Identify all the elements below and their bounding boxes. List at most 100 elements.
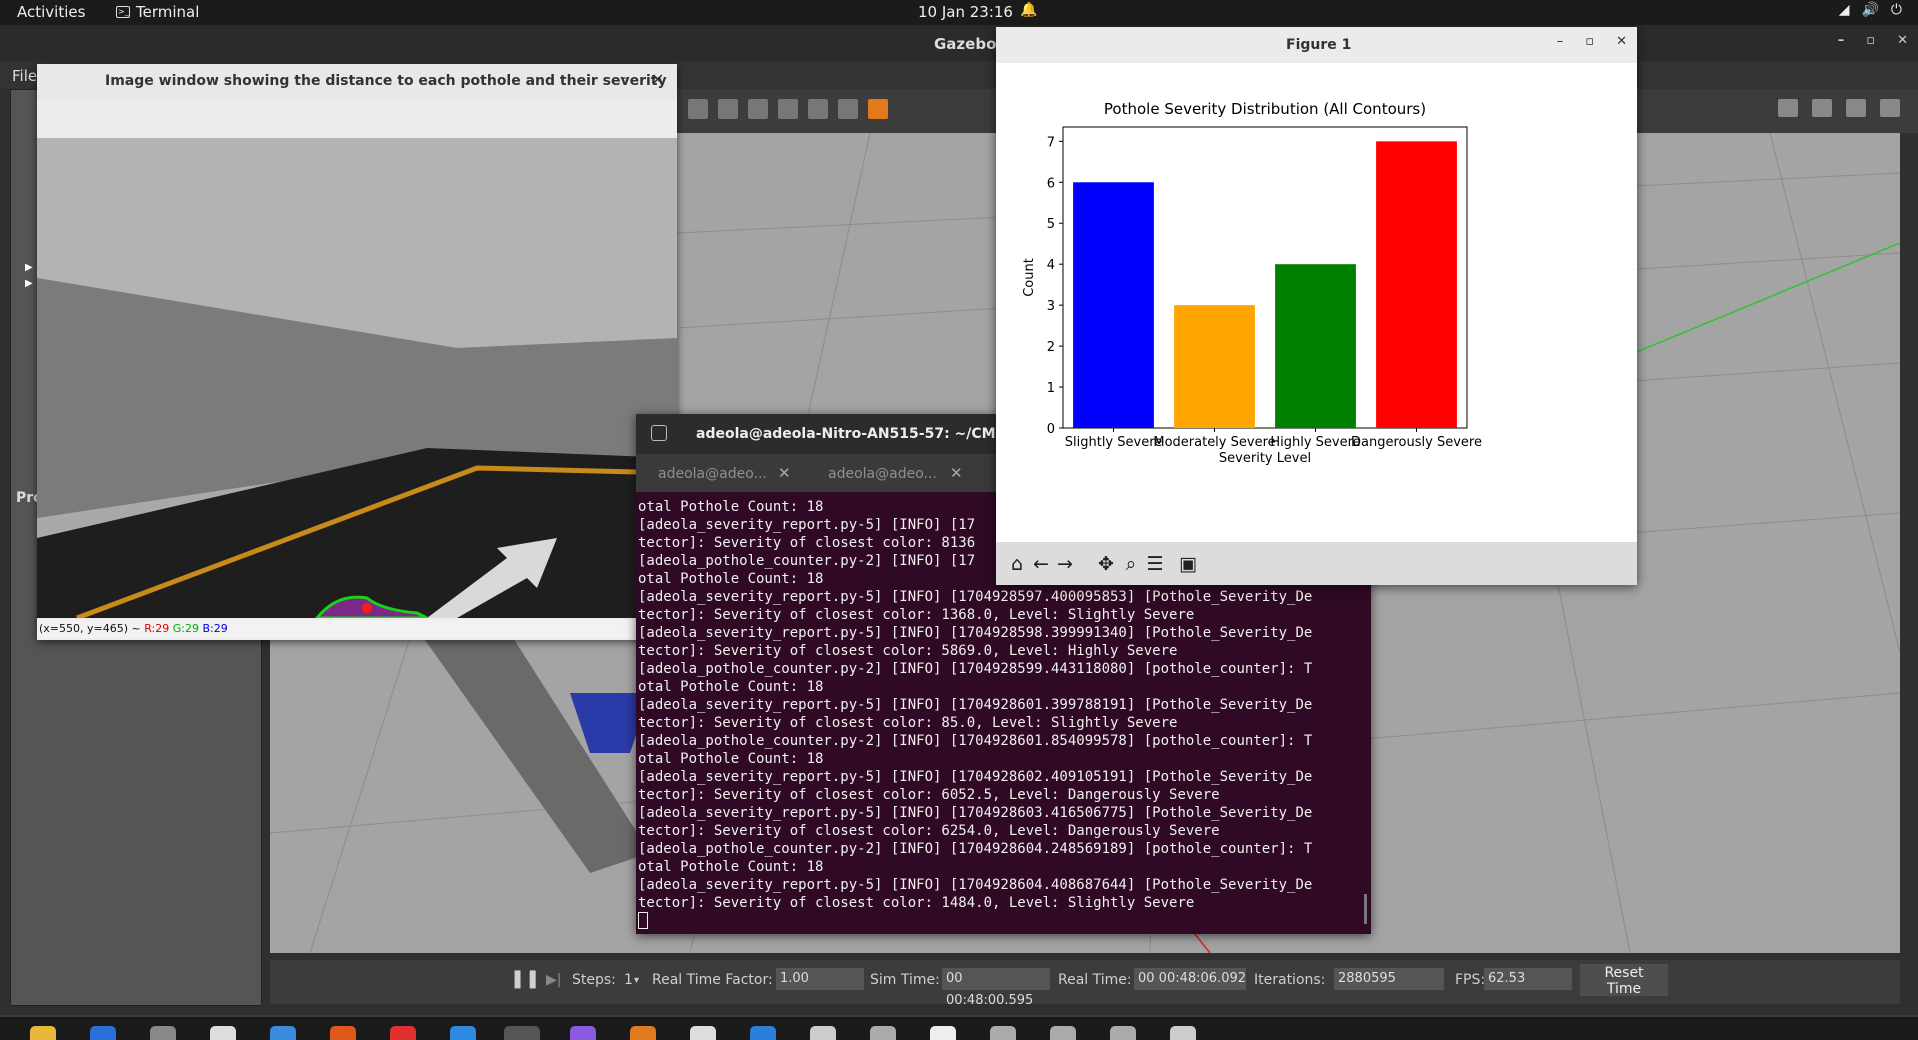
directional-light-icon[interactable] xyxy=(718,99,738,119)
active-app-indicator[interactable]: >_ Terminal xyxy=(116,3,199,21)
dock-app-icon[interactable] xyxy=(210,1026,236,1040)
view-angle-icon[interactable] xyxy=(868,99,888,119)
back-icon[interactable]: ← xyxy=(1030,553,1052,575)
paste-icon[interactable] xyxy=(778,99,798,119)
x-tick-label: Slightly Severe xyxy=(1065,435,1163,450)
dock-app-icon[interactable] xyxy=(90,1026,116,1040)
pause-icon[interactable]: ❚❚ xyxy=(510,968,540,989)
snap-icon[interactable] xyxy=(838,99,858,119)
terminal-scrollbar[interactable] xyxy=(1364,894,1367,924)
dock-app-icon[interactable] xyxy=(630,1026,656,1040)
terminal-line: [adeola_severity_report.py-5] [INFO] [17… xyxy=(638,769,1313,785)
maximize-icon[interactable]: ▫ xyxy=(1585,34,1594,49)
dock-app-icon[interactable] xyxy=(1170,1026,1196,1040)
dock-app-icon[interactable] xyxy=(930,1026,956,1040)
fps-label: FPS: xyxy=(1455,972,1486,988)
log-icon[interactable] xyxy=(1812,99,1832,117)
figure-title: Figure 1 xyxy=(1286,37,1352,53)
terminal-line: otal Pothole Count: 18 xyxy=(638,859,824,875)
expand-arrow-icon[interactable]: ▶ ▶ xyxy=(25,260,33,292)
dock xyxy=(0,1017,1918,1040)
terminal-line: tector]: Severity of closest color: 5869… xyxy=(638,643,1178,659)
y-tick-label: 5 xyxy=(1047,217,1055,232)
close-icon[interactable]: ✕ xyxy=(1616,34,1627,49)
dock-app-icon[interactable] xyxy=(750,1026,776,1040)
x-tick-label: Highly Severe xyxy=(1270,435,1360,450)
terminal-line: [adeola_severity_report.py-5] [INFO] [17… xyxy=(638,697,1313,713)
bar-highly-severe xyxy=(1275,264,1356,428)
dock-app-icon[interactable] xyxy=(870,1026,896,1040)
volume-icon: 🔊 xyxy=(1861,2,1879,18)
step-icon[interactable]: ▶| xyxy=(546,972,561,988)
pixel-b-value: B:29 xyxy=(202,622,228,635)
rtf-label: Real Time Factor: xyxy=(652,972,773,988)
minimize-icon[interactable]: – xyxy=(1557,34,1564,49)
reset-time-button[interactable]: Reset Time xyxy=(1580,964,1668,997)
video-icon[interactable] xyxy=(1880,99,1900,117)
dock-app-icon[interactable] xyxy=(330,1026,356,1040)
menu-file[interactable]: File xyxy=(12,67,37,85)
close-icon[interactable]: ✕ xyxy=(1897,33,1908,48)
pixel-r-value: R:29 xyxy=(144,622,170,635)
system-tray[interactable]: ◢ 🔊 ⏻ xyxy=(1839,2,1902,18)
fps-field: 62.53 xyxy=(1484,968,1572,990)
steps-spinner[interactable]: 1 xyxy=(624,972,633,988)
gazebo-title: Gazebo xyxy=(934,35,997,53)
forward-icon[interactable]: → xyxy=(1054,553,1076,575)
steps-label: Steps: xyxy=(572,972,616,988)
terminal-tab-2[interactable]: adeola@adeo... xyxy=(828,466,937,482)
plot-icon[interactable] xyxy=(1846,99,1866,117)
power-icon: ⏻ xyxy=(1890,2,1902,18)
activities-button[interactable]: Activities xyxy=(17,3,85,21)
terminal-line: otal Pothole Count: 18 xyxy=(638,679,824,695)
terminal-line: otal Pothole Count: 18 xyxy=(638,751,824,767)
dock-app-icon[interactable] xyxy=(390,1026,416,1040)
figure-window: Figure 1 – ▫ ✕ Pothole Severity Distribu… xyxy=(996,27,1637,585)
dock-app-icon[interactable] xyxy=(810,1026,836,1040)
new-tab-icon[interactable] xyxy=(651,425,667,441)
light-tool-icon[interactable] xyxy=(688,99,708,119)
terminal-line: [adeola_severity_report.py-5] [INFO] [17… xyxy=(638,625,1313,641)
align-icon[interactable] xyxy=(808,99,828,119)
terminal-line: tector]: Severity of closest color: 6254… xyxy=(638,823,1220,839)
screenshot-icon[interactable] xyxy=(1778,99,1798,117)
dock-app-icon[interactable] xyxy=(1050,1026,1076,1040)
configure-subplots-icon[interactable]: ☰ xyxy=(1144,553,1166,575)
chevron-down-icon[interactable]: ▾ xyxy=(634,975,639,986)
terminal-cursor xyxy=(638,912,648,929)
minimize-icon[interactable]: – xyxy=(620,70,627,86)
iterations-label: Iterations: xyxy=(1254,972,1326,988)
save-icon[interactable]: ▣ xyxy=(1177,553,1199,575)
dock-app-icon[interactable] xyxy=(150,1026,176,1040)
terminal-line: [adeola_severity_report.py-5] [INFO] [17… xyxy=(638,805,1313,821)
dock-app-icon[interactable] xyxy=(270,1026,296,1040)
dock-app-icon[interactable] xyxy=(690,1026,716,1040)
dock-app-icon[interactable] xyxy=(1110,1026,1136,1040)
dock-app-icon[interactable] xyxy=(30,1026,56,1040)
terminal-line: tector]: Severity of closest color: 1368… xyxy=(638,607,1195,623)
camera-image[interactable] xyxy=(37,138,677,618)
image-window-title: Image window showing the distance to eac… xyxy=(105,73,667,89)
dock-app-icon[interactable] xyxy=(990,1026,1016,1040)
terminal-line: otal Pothole Count: 18 xyxy=(638,499,824,515)
dock-app-icon[interactable] xyxy=(450,1026,476,1040)
close-icon[interactable]: ✕ xyxy=(651,70,664,89)
minimize-icon[interactable]: – xyxy=(1838,33,1845,48)
pan-icon[interactable]: ✥ xyxy=(1095,553,1117,575)
close-tab-icon[interactable]: ✕ xyxy=(950,464,963,482)
dock-terminal-icon[interactable] xyxy=(504,1026,540,1040)
maximize-icon[interactable]: ▫ xyxy=(1866,33,1875,48)
bar-slightly-severe xyxy=(1073,182,1154,428)
y-tick-label: 6 xyxy=(1047,176,1055,191)
clock[interactable]: 10 Jan 23:16 xyxy=(918,3,1013,21)
copy-icon[interactable] xyxy=(748,99,768,119)
y-axis-label: Count xyxy=(1022,258,1037,297)
real-time-field: 00 00:48:06.092 xyxy=(1134,968,1246,990)
close-tab-icon[interactable]: ✕ xyxy=(778,464,791,482)
zoom-icon[interactable]: ⌕ xyxy=(1120,553,1142,575)
home-icon[interactable]: ⌂ xyxy=(1006,553,1028,575)
terminal-line: otal Pothole Count: 18 xyxy=(638,571,824,587)
terminal-line: [adeola_pothole_counter.py-2] [INFO] [17 xyxy=(638,553,976,569)
terminal-tab-1[interactable]: adeola@adeo... xyxy=(658,466,767,482)
dock-app-icon[interactable] xyxy=(570,1026,596,1040)
